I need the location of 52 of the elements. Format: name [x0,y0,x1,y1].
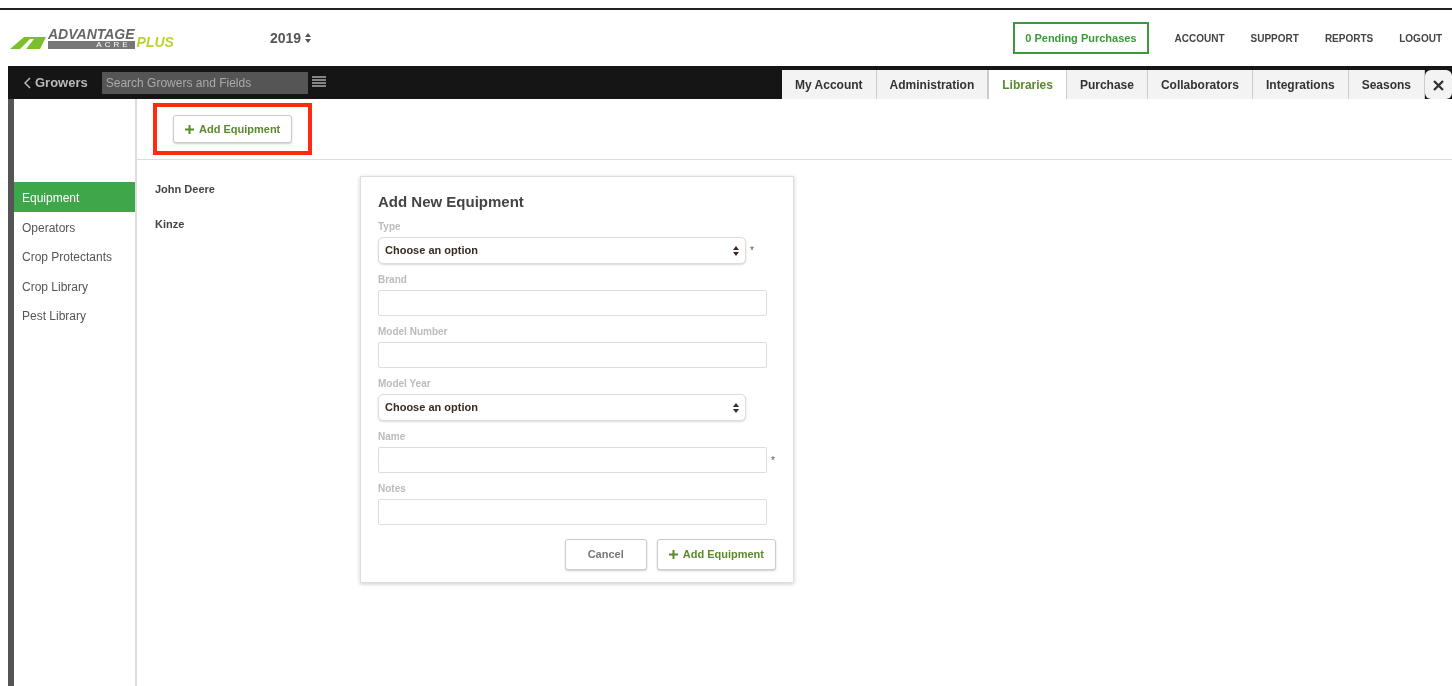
header-link[interactable]: SUPPORT [1250,30,1299,46]
header-link[interactable]: REPORTS [1324,30,1374,46]
select-field[interactable]: Choose an option [378,237,746,264]
field-label: Type [378,220,402,234]
list-icon[interactable] [311,75,326,90]
field-label: Notes [378,482,407,496]
select-arrows-icon [733,245,739,256]
logo-wordmark: ADVANTAGE [48,26,135,41]
add-equipment-button[interactable]: Add Equipment [656,539,776,570]
input-field[interactable] [378,447,767,473]
field-label: Model Number [378,325,449,339]
tab[interactable]: My Account [782,70,877,99]
back-link[interactable]: Growers [24,72,88,93]
cancel-button[interactable]: Cancel [564,539,647,570]
input-field[interactable] [378,342,767,368]
field-label: Model Year [378,377,432,391]
logo-plus: PLUS [136,35,174,50]
tab[interactable]: Purchase [1066,70,1148,99]
season-selector[interactable]: 2019 [270,27,312,49]
tab[interactable]: Collaborators [1147,70,1253,99]
sort-icon [305,33,312,43]
logo-subtitle: ACRE [48,40,135,50]
brand-name[interactable]: John Deere [155,171,215,198]
sidebar-item[interactable]: Operators [14,211,135,241]
field-label: Name [378,430,407,444]
sidebar-item[interactable]: Crop Library [14,270,135,300]
plus-icon [185,124,194,134]
tab[interactable]: Integrations [1252,70,1349,99]
add-equipment-button[interactable]: Add Equipment [173,114,293,144]
input-field[interactable] [378,290,767,316]
required-marker: * [750,244,754,258]
pending-purchases-button[interactable]: 0 Pending Purchases [1013,21,1149,55]
sidebar-item[interactable]: Crop Protectants [14,241,135,271]
header-link[interactable]: LOGOUT [1399,30,1442,46]
close-button[interactable] [1425,70,1452,99]
select-arrows-icon [733,402,739,413]
select-value: Choose an option [385,243,478,259]
brand-name[interactable]: Kinze [155,205,185,232]
select-field[interactable]: Choose an option [378,394,746,421]
header-link[interactable]: ACCOUNT [1174,30,1225,46]
sidebar-item[interactable]: Pest Library [14,300,135,330]
close-icon [1433,79,1444,91]
input-field[interactable] [378,499,767,525]
logo-icon [10,35,46,50]
required-marker: * [771,453,775,468]
plus-icon [668,549,678,559]
field-label: Brand [378,273,408,287]
search-field[interactable]: Search Growers and Fields [101,71,308,94]
chevron-left-icon [24,76,31,89]
form-title: Add New Equipment [378,193,525,211]
tab[interactable]: Libraries [988,70,1067,99]
select-value: Choose an option [385,400,478,416]
